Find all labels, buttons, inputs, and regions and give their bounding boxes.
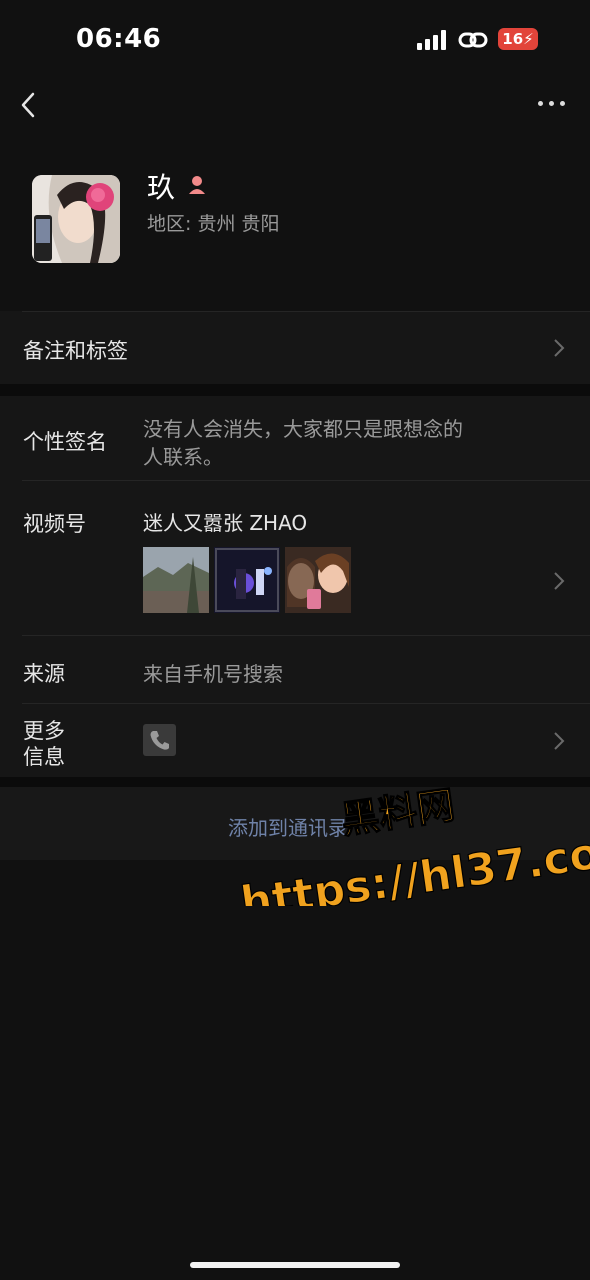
source-value: 来自手机号搜索	[143, 662, 283, 686]
channels-row[interactable]: 视频号 迷人又嚣张 ZHAO	[0, 480, 590, 635]
contact-name: 玖	[147, 171, 176, 204]
profile-header: 玖 地区: 贵州 贵阳	[0, 140, 590, 310]
remark-tags-row[interactable]: 备注和标签	[0, 311, 590, 384]
signature-line-2: 人联系。	[143, 445, 223, 469]
phone-icon[interactable]	[143, 724, 176, 756]
chevron-right-icon	[554, 732, 565, 750]
source-row: 来源 来自手机号搜索	[0, 635, 590, 703]
avatar[interactable]	[32, 175, 120, 263]
home-indicator[interactable]	[190, 1262, 400, 1268]
signature-row: 个性签名 没有人会消失，大家都只是跟想念的 人联系。	[0, 396, 590, 480]
channels-name: 迷人又嚣张 ZHAO	[143, 511, 308, 535]
add-to-contacts-label: 添加到通讯录	[228, 816, 348, 840]
battery-level: 16	[502, 30, 524, 48]
chevron-right-icon	[554, 339, 565, 357]
signature-line-1: 没有人会消失，大家都只是跟想念的	[143, 417, 463, 441]
channel-thumbnail[interactable]	[285, 547, 351, 613]
channel-thumbnail[interactable]	[214, 547, 280, 613]
more-info-label-line-2: 信息	[23, 745, 65, 769]
nav-bar	[0, 80, 590, 130]
add-to-contacts-button[interactable]: 添加到通讯录	[0, 787, 590, 860]
ellipsis-icon[interactable]	[538, 92, 566, 112]
region-text: 地区: 贵州 贵阳	[147, 213, 280, 235]
battery-indicator: 16⚡	[498, 28, 538, 50]
cellular-signal-icon	[417, 30, 447, 50]
channel-thumbnail[interactable]	[143, 547, 209, 613]
signature-label: 个性签名	[23, 430, 107, 454]
source-label: 来源	[23, 662, 65, 686]
status-bar: 06:46 16⚡	[0, 0, 590, 80]
chevron-right-icon	[554, 572, 565, 590]
charging-bolt-icon: ⚡	[523, 30, 534, 48]
channels-label: 视频号	[23, 512, 86, 536]
remark-tags-label: 备注和标签	[23, 339, 128, 363]
more-info-row[interactable]: 更多 信息	[0, 703, 590, 777]
link-icon	[458, 32, 488, 48]
status-time: 06:46	[76, 24, 162, 54]
female-icon	[189, 176, 205, 194]
chevron-left-icon[interactable]	[18, 90, 42, 120]
